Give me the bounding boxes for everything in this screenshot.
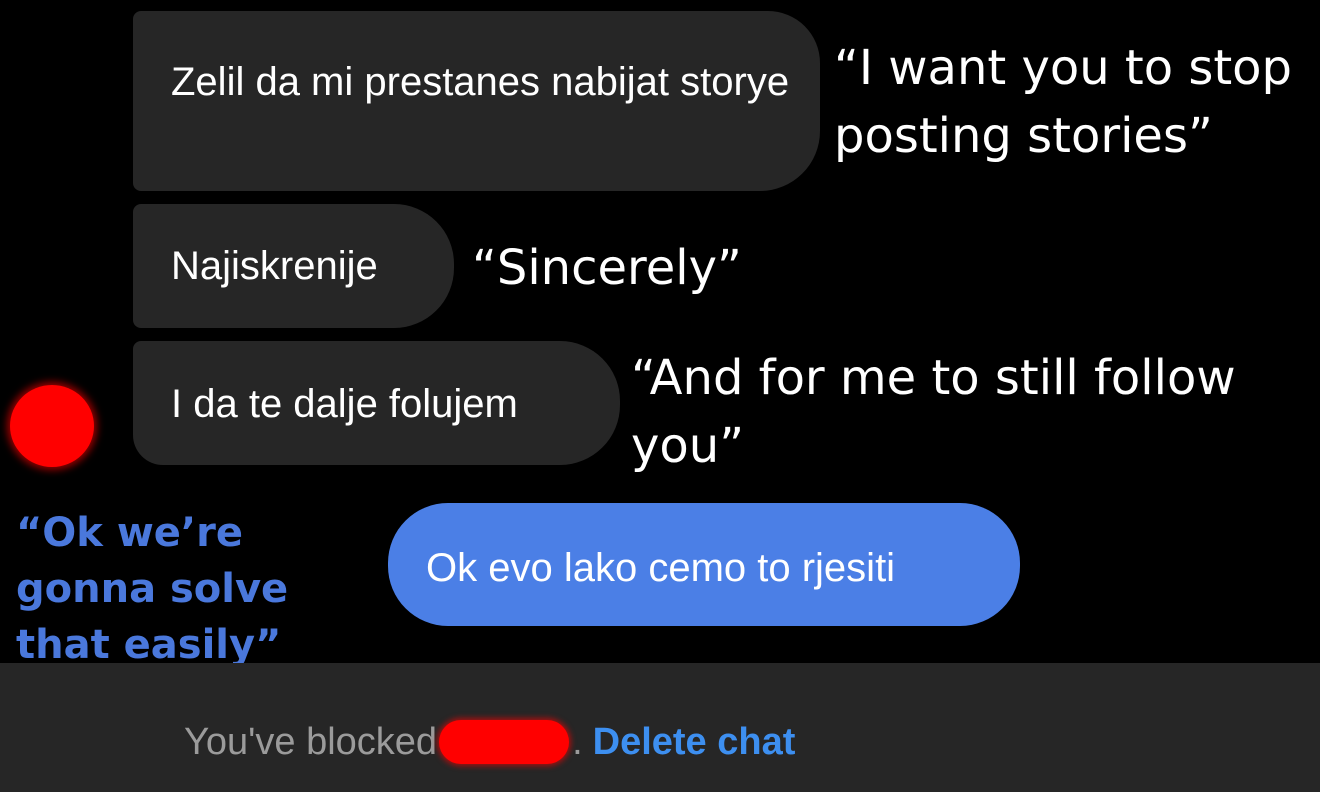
delete-chat-link[interactable]: Delete chat — [593, 720, 796, 764]
translation-annotation: “Sincerely” — [472, 240, 742, 296]
message-text: I da te dalje folujem — [171, 382, 518, 426]
blocked-text: You've blocked — [184, 721, 438, 763]
received-message-bubble[interactable]: Zelil da mi prestanes nabijat storye — [133, 11, 820, 191]
blocked-notice: You've blocked . Delete chat — [184, 720, 795, 764]
translation-annotation: “I want you to stop posting stories” — [834, 40, 1293, 164]
message-text: Najiskrenije — [171, 244, 378, 288]
received-message-bubble[interactable]: I da te dalje folujem — [133, 341, 620, 465]
message-text: Zelil da mi prestanes nabijat storye — [171, 60, 790, 104]
received-message-bubble[interactable]: Najiskrenije — [133, 204, 454, 328]
message-text: Ok evo lako cemo to rjesiti — [426, 546, 896, 590]
reply-translation-annotation: “Ok we’re gonna solve that easily” — [16, 510, 289, 668]
blocked-suffix: . — [572, 721, 583, 763]
translation-annotation: “And for me to still follow you” — [631, 350, 1236, 474]
redacted-username — [439, 720, 570, 764]
sent-message-bubble[interactable]: Ok evo lako cemo to rjesiti — [388, 503, 1020, 626]
redacted-avatar[interactable] — [10, 385, 94, 467]
